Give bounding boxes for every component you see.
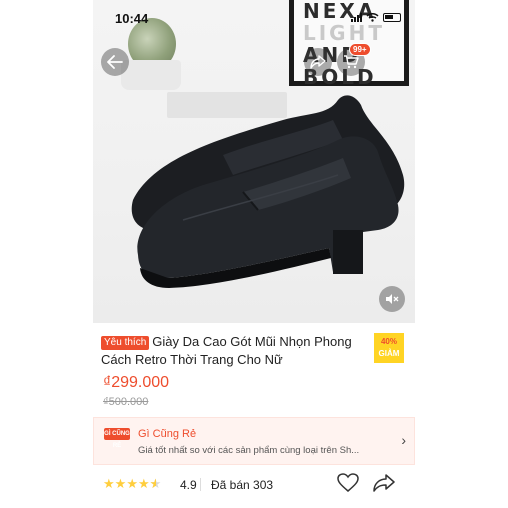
star-icon: ★ bbox=[103, 476, 115, 491]
chevron-right-icon: › bbox=[401, 432, 406, 448]
star-icon: ★ bbox=[126, 476, 138, 491]
heart-icon[interactable] bbox=[337, 473, 359, 493]
star-icon: ★ bbox=[137, 476, 150, 491]
status-icons bbox=[351, 12, 401, 22]
share-button[interactable] bbox=[304, 48, 332, 76]
promo-logo: GÌ CŨNG RẺ bbox=[104, 428, 130, 449]
share-icon bbox=[310, 55, 326, 69]
product-title-row: Yêu thích Giày Da Cao Gót Mũi Nhọn Phong … bbox=[101, 333, 371, 369]
shoes-illustration bbox=[131, 95, 405, 288]
promo-subtitle: Giá tốt nhất so với các sản phẩm cùng lo… bbox=[138, 445, 360, 456]
back-arrow-icon bbox=[107, 55, 123, 69]
wifi-icon bbox=[366, 13, 379, 22]
mute-icon bbox=[386, 294, 399, 304]
star-icon: ★ bbox=[150, 476, 162, 491]
rating-row: ★★★★★ 4.9 Đã bán 303 bbox=[93, 473, 415, 495]
star-icon: ★ bbox=[114, 476, 127, 491]
back-button[interactable] bbox=[101, 48, 129, 76]
sold-count: Đã bán 303 bbox=[211, 478, 274, 492]
status-bar: 10:44 bbox=[93, 0, 415, 36]
product-price: ₫299.000 bbox=[103, 374, 170, 391]
share-arrow-icon[interactable] bbox=[373, 473, 395, 493]
promo-banner[interactable]: GÌ CŨNG RẺ Gì Cũng Rẻ Giá tốt nhất so vớ… bbox=[93, 417, 415, 465]
product-screen: NEXA LIGHT AND BOLD 10:44 99+ Yêu thích … bbox=[93, 0, 415, 508]
signal-icon bbox=[351, 12, 362, 22]
rating-stars[interactable]: ★★★★★ bbox=[103, 476, 161, 492]
divider bbox=[200, 478, 201, 491]
rating-value: 4.9 bbox=[180, 478, 197, 492]
cart-badge: 99+ bbox=[349, 43, 371, 56]
battery-icon bbox=[383, 12, 401, 22]
favorite-tag: Yêu thích bbox=[101, 336, 150, 350]
original-price: ₫500.000 bbox=[103, 396, 149, 408]
product-image[interactable]: NEXA LIGHT AND BOLD 10:44 99+ bbox=[93, 0, 415, 323]
promo-title: Gì Cũng Rẻ bbox=[138, 428, 197, 440]
discount-badge: 40% GIẢM bbox=[374, 333, 404, 363]
cart-icon bbox=[344, 55, 359, 69]
status-time: 10:44 bbox=[115, 11, 149, 26]
mute-button[interactable] bbox=[379, 286, 405, 312]
